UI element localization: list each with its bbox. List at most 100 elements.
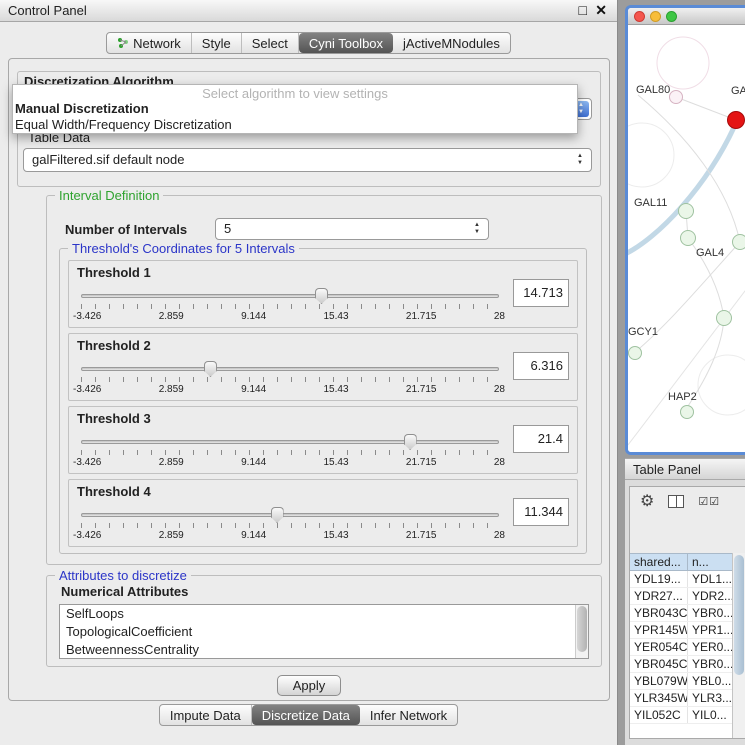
threshold-4-slider-track[interactable] <box>81 513 499 517</box>
interval-group-title: Interval Definition <box>55 188 163 203</box>
network-canvas[interactable]: GAL80 GA GAL11 GAL4 GCY1 HAP2 <box>628 25 745 452</box>
slider-ticks <box>81 450 499 455</box>
number-of-intervals-combobox[interactable]: 5 ▲ ▼ <box>215 218 489 240</box>
close-traffic-light[interactable] <box>634 11 645 22</box>
attributes-scrollbar[interactable] <box>575 605 588 658</box>
table-row[interactable]: YBL079WYBL0... <box>630 673 732 690</box>
network-node[interactable] <box>678 203 694 219</box>
threshold-2-panel: Threshold 2 -3.4262.8599.14415.4321.7152… <box>68 333 578 401</box>
numerical-attributes-list: SelfLoops TopologicalCoefficient Between… <box>59 604 589 659</box>
table-panel-titlebar: Table Panel <box>625 458 745 480</box>
table-row[interactable]: YIL052CYIL0... <box>630 707 732 724</box>
threshold-1-slider-thumb[interactable] <box>315 288 328 304</box>
tab-discretize-data[interactable]: Discretize Data <box>252 705 360 725</box>
table-row[interactable]: YER054CYER0... <box>630 639 732 656</box>
network-node[interactable] <box>680 230 696 246</box>
apply-button[interactable]: Apply <box>277 675 341 696</box>
bottom-tab-bar: Impute Data Discretize Data Infer Networ… <box>0 704 617 726</box>
threshold-4-slider-thumb[interactable] <box>271 507 284 523</box>
table-grid: shared... n... YDL19...YDL1... YDR27...Y… <box>630 553 732 738</box>
node-label: GAL80 <box>636 84 670 96</box>
threshold-3-slider-track[interactable] <box>81 440 499 444</box>
tab-select[interactable]: Select <box>242 33 299 53</box>
threshold-2-label: Threshold 2 <box>77 338 151 353</box>
threshold-2-value-field[interactable]: 6.316 <box>513 352 569 380</box>
combo-stepper-icon[interactable]: ▲ ▼ <box>470 219 484 239</box>
float-window-icon[interactable]: □ <box>579 0 587 21</box>
zoom-traffic-light[interactable] <box>666 11 677 22</box>
list-item[interactable]: TopologicalCoefficient <box>60 623 588 641</box>
table-scrollbar[interactable] <box>732 553 745 738</box>
columns-icon[interactable] <box>668 495 684 508</box>
minimize-traffic-light[interactable] <box>650 11 661 22</box>
tab-infer-network[interactable]: Infer Network <box>360 705 457 725</box>
slider-tick-labels: -3.4262.8599.14415.4321.71528 <box>73 457 505 468</box>
tab-jactivemnodules[interactable]: jActiveMNodules <box>393 33 510 53</box>
node-table: ⚙ ☑☑ shared... n... YDL19...YDL1... YDR2… <box>629 486 745 739</box>
network-icon <box>117 37 129 49</box>
attributes-to-discretize-group: Attributes to discretize Numerical Attri… <box>46 575 602 667</box>
threshold-1-panel: Threshold 1 -3.4262.8599.14415.4321.7152… <box>68 260 578 328</box>
attributes-group-title: Attributes to discretize <box>55 568 191 583</box>
table-data-combobox[interactable]: galFiltered.sif default node ▲ ▼ <box>23 148 592 172</box>
table-row[interactable]: YDL19...YDL1... <box>630 571 732 588</box>
threshold-2-slider-track[interactable] <box>81 367 499 371</box>
gear-icon[interactable]: ⚙ <box>640 491 654 511</box>
cyni-toolbox-panel: Discretization Algorithm ▲ ▼ Table Data … <box>8 58 610 701</box>
window-title: Control Panel <box>8 3 87 18</box>
table-row[interactable]: YPR145WYPR1... <box>630 622 732 639</box>
number-of-intervals-label: Number of Intervals <box>65 222 187 237</box>
node-label: HAP2 <box>668 391 697 403</box>
column-header-shared[interactable]: shared... <box>630 554 688 570</box>
tab-network[interactable]: Network <box>107 33 192 53</box>
threshold-4-value-field[interactable]: 11.344 <box>513 498 569 526</box>
threshold-2-slider-thumb[interactable] <box>204 361 217 377</box>
table-row[interactable]: YDR27...YDR2... <box>630 588 732 605</box>
network-node[interactable] <box>680 405 694 419</box>
list-item[interactable]: BetweennessCentrality <box>60 641 588 659</box>
list-item[interactable]: SelfLoops <box>60 605 588 623</box>
table-row[interactable]: YBR045CYBR0... <box>630 656 732 673</box>
scrollbar-thumb[interactable] <box>734 555 744 675</box>
tab-cyni-toolbox[interactable]: Cyni Toolbox <box>299 33 393 53</box>
top-tab-bar: Network Style Select Cyni Toolbox jActiv… <box>0 32 617 54</box>
interval-definition-group: Interval Definition Number of Intervals … <box>46 195 602 565</box>
table-row[interactable]: YBR043CYBR0... <box>630 605 732 622</box>
scrollbar-thumb[interactable] <box>577 606 587 652</box>
thresholds-group-title: Threshold's Coordinates for 5 Intervals <box>68 241 299 256</box>
algorithm-dropdown-popup: Select algorithm to view settings Manual… <box>12 84 578 134</box>
threshold-3-value-field[interactable]: 21.4 <box>513 425 569 453</box>
dropdown-header: Select algorithm to view settings <box>13 85 577 101</box>
control-panel-titlebar: Control Panel □ ✕ <box>0 0 617 22</box>
slider-tick-labels: -3.4262.8599.14415.4321.71528 <box>73 530 505 541</box>
threshold-3-panel: Threshold 3 -3.4262.8599.14415.4321.7152… <box>68 406 578 474</box>
checkbox-icons[interactable]: ☑☑ <box>698 495 720 508</box>
slider-tick-labels: -3.4262.8599.14415.4321.71528 <box>73 384 505 395</box>
node-label: GA <box>731 85 745 97</box>
dropdown-item-manual-discretization[interactable]: Manual Discretization <box>13 101 577 117</box>
combo-stepper-icon[interactable]: ▲ ▼ <box>573 149 587 171</box>
threshold-3-slider-thumb[interactable] <box>404 434 417 450</box>
network-node[interactable] <box>716 310 732 326</box>
threshold-4-panel: Threshold 4 -3.4262.8599.14415.4321.7152… <box>68 479 578 547</box>
close-icon[interactable]: ✕ <box>595 0 607 21</box>
slider-tick-labels: -3.4262.8599.14415.4321.71528 <box>73 311 505 322</box>
threshold-1-slider-track[interactable] <box>81 294 499 298</box>
numerical-attributes-label: Numerical Attributes <box>61 584 188 599</box>
dropdown-item-equal-width-frequency[interactable]: Equal Width/Frequency Discretization <box>13 117 577 133</box>
tab-style[interactable]: Style <box>192 33 242 53</box>
threshold-1-value-field[interactable]: 14.713 <box>513 279 569 307</box>
threshold-4-label: Threshold 4 <box>77 484 151 499</box>
network-window-titlebar <box>628 8 745 25</box>
network-node[interactable] <box>628 346 642 360</box>
column-header-name[interactable]: n... <box>688 554 732 570</box>
network-node[interactable] <box>669 90 683 104</box>
network-node[interactable] <box>732 234 745 250</box>
threshold-3-label: Threshold 3 <box>77 411 151 426</box>
slider-ticks <box>81 523 499 528</box>
node-label: GCY1 <box>628 326 658 338</box>
network-node-selected[interactable] <box>727 111 745 129</box>
tab-impute-data[interactable]: Impute Data <box>160 705 252 725</box>
table-row[interactable]: YLR345WYLR3... <box>630 690 732 707</box>
table-panel-title: Table Panel <box>633 462 701 477</box>
